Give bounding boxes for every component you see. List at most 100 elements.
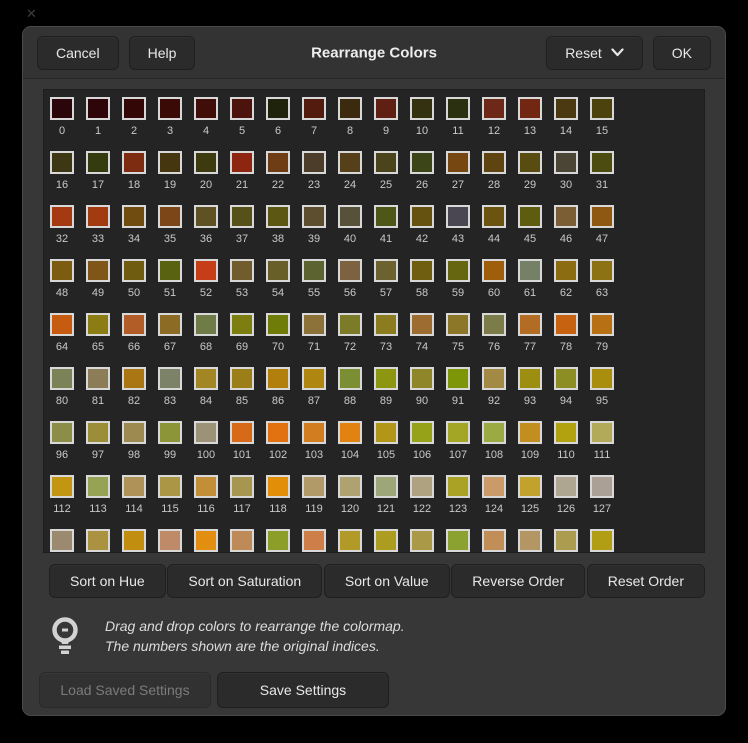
ok-button[interactable]: OK [653,36,711,70]
sort-on-value-button[interactable]: Sort on Value [324,564,450,598]
color-swatch-33[interactable] [86,205,110,228]
color-swatch-136[interactable] [338,529,362,552]
color-swatch-20[interactable] [194,151,218,174]
color-swatch-98[interactable] [122,421,146,444]
color-swatch-51[interactable] [158,259,182,282]
color-swatch-77[interactable] [518,313,542,336]
color-swatch-49[interactable] [86,259,110,282]
color-swatch-45[interactable] [518,205,542,228]
sort-on-saturation-button[interactable]: Sort on Saturation [167,564,322,598]
color-swatch-41[interactable] [374,205,398,228]
color-swatch-26[interactable] [410,151,434,174]
save-settings-button[interactable]: Save Settings [217,672,389,708]
color-swatch-23[interactable] [302,151,326,174]
window-close-icon[interactable]: ✕ [26,7,37,20]
color-swatch-75[interactable] [446,313,470,336]
color-swatch-80[interactable] [50,367,74,390]
color-swatch-12[interactable] [482,97,506,120]
color-swatch-85[interactable] [230,367,254,390]
color-swatch-142[interactable] [554,529,578,552]
color-swatch-141[interactable] [518,529,542,552]
color-swatch-63[interactable] [590,259,614,282]
color-swatch-113[interactable] [86,475,110,498]
color-swatch-91[interactable] [446,367,470,390]
color-swatch-99[interactable] [158,421,182,444]
color-swatch-121[interactable] [374,475,398,498]
color-swatch-72[interactable] [338,313,362,336]
color-swatch-124[interactable] [482,475,506,498]
color-swatch-140[interactable] [482,529,506,552]
color-swatch-90[interactable] [410,367,434,390]
sort-on-hue-button[interactable]: Sort on Hue [49,564,166,598]
color-swatch-123[interactable] [446,475,470,498]
color-swatch-125[interactable] [518,475,542,498]
color-swatch-62[interactable] [554,259,578,282]
color-swatch-104[interactable] [338,421,362,444]
color-swatch-88[interactable] [338,367,362,390]
color-swatch-2[interactable] [122,97,146,120]
color-swatch-115[interactable] [158,475,182,498]
color-swatch-107[interactable] [446,421,470,444]
color-swatch-66[interactable] [122,313,146,336]
color-swatch-138[interactable] [410,529,434,552]
color-swatch-120[interactable] [338,475,362,498]
reverse-order-button[interactable]: Reverse Order [451,564,585,598]
color-swatch-1[interactable] [86,97,110,120]
color-swatch-105[interactable] [374,421,398,444]
color-swatch-30[interactable] [554,151,578,174]
color-swatch-93[interactable] [518,367,542,390]
color-swatch-89[interactable] [374,367,398,390]
color-swatch-71[interactable] [302,313,326,336]
color-swatch-128[interactable] [50,529,74,552]
color-swatch-122[interactable] [410,475,434,498]
color-swatch-52[interactable] [194,259,218,282]
color-swatch-69[interactable] [230,313,254,336]
help-button[interactable]: Help [129,36,196,70]
color-swatch-47[interactable] [590,205,614,228]
color-swatch-59[interactable] [446,259,470,282]
color-swatch-29[interactable] [518,151,542,174]
color-swatch-21[interactable] [230,151,254,174]
color-swatch-92[interactable] [482,367,506,390]
color-swatch-42[interactable] [410,205,434,228]
color-swatch-55[interactable] [302,259,326,282]
color-swatch-36[interactable] [194,205,218,228]
color-swatch-126[interactable] [554,475,578,498]
color-swatch-58[interactable] [410,259,434,282]
color-swatch-48[interactable] [50,259,74,282]
color-swatch-11[interactable] [446,97,470,120]
color-swatch-39[interactable] [302,205,326,228]
color-swatch-24[interactable] [338,151,362,174]
color-swatch-57[interactable] [374,259,398,282]
color-swatch-22[interactable] [266,151,290,174]
load-saved-settings-button[interactable]: Load Saved Settings [39,672,211,708]
color-swatch-50[interactable] [122,259,146,282]
color-swatch-116[interactable] [194,475,218,498]
reset-order-button[interactable]: Reset Order [587,564,705,598]
color-swatch-67[interactable] [158,313,182,336]
color-swatch-87[interactable] [302,367,326,390]
color-swatch-101[interactable] [230,421,254,444]
color-swatch-38[interactable] [266,205,290,228]
color-swatch-118[interactable] [266,475,290,498]
color-swatch-61[interactable] [518,259,542,282]
color-swatch-28[interactable] [482,151,506,174]
color-swatch-97[interactable] [86,421,110,444]
color-swatch-103[interactable] [302,421,326,444]
color-swatch-25[interactable] [374,151,398,174]
color-swatch-34[interactable] [122,205,146,228]
color-swatch-108[interactable] [482,421,506,444]
color-swatch-19[interactable] [158,151,182,174]
color-swatch-35[interactable] [158,205,182,228]
color-swatch-84[interactable] [194,367,218,390]
color-swatch-132[interactable] [194,529,218,552]
color-swatch-130[interactable] [122,529,146,552]
color-swatch-16[interactable] [50,151,74,174]
color-swatch-73[interactable] [374,313,398,336]
color-swatch-102[interactable] [266,421,290,444]
cancel-button[interactable]: Cancel [37,36,119,70]
color-swatch-137[interactable] [374,529,398,552]
color-swatch-82[interactable] [122,367,146,390]
color-swatch-53[interactable] [230,259,254,282]
color-swatch-119[interactable] [302,475,326,498]
